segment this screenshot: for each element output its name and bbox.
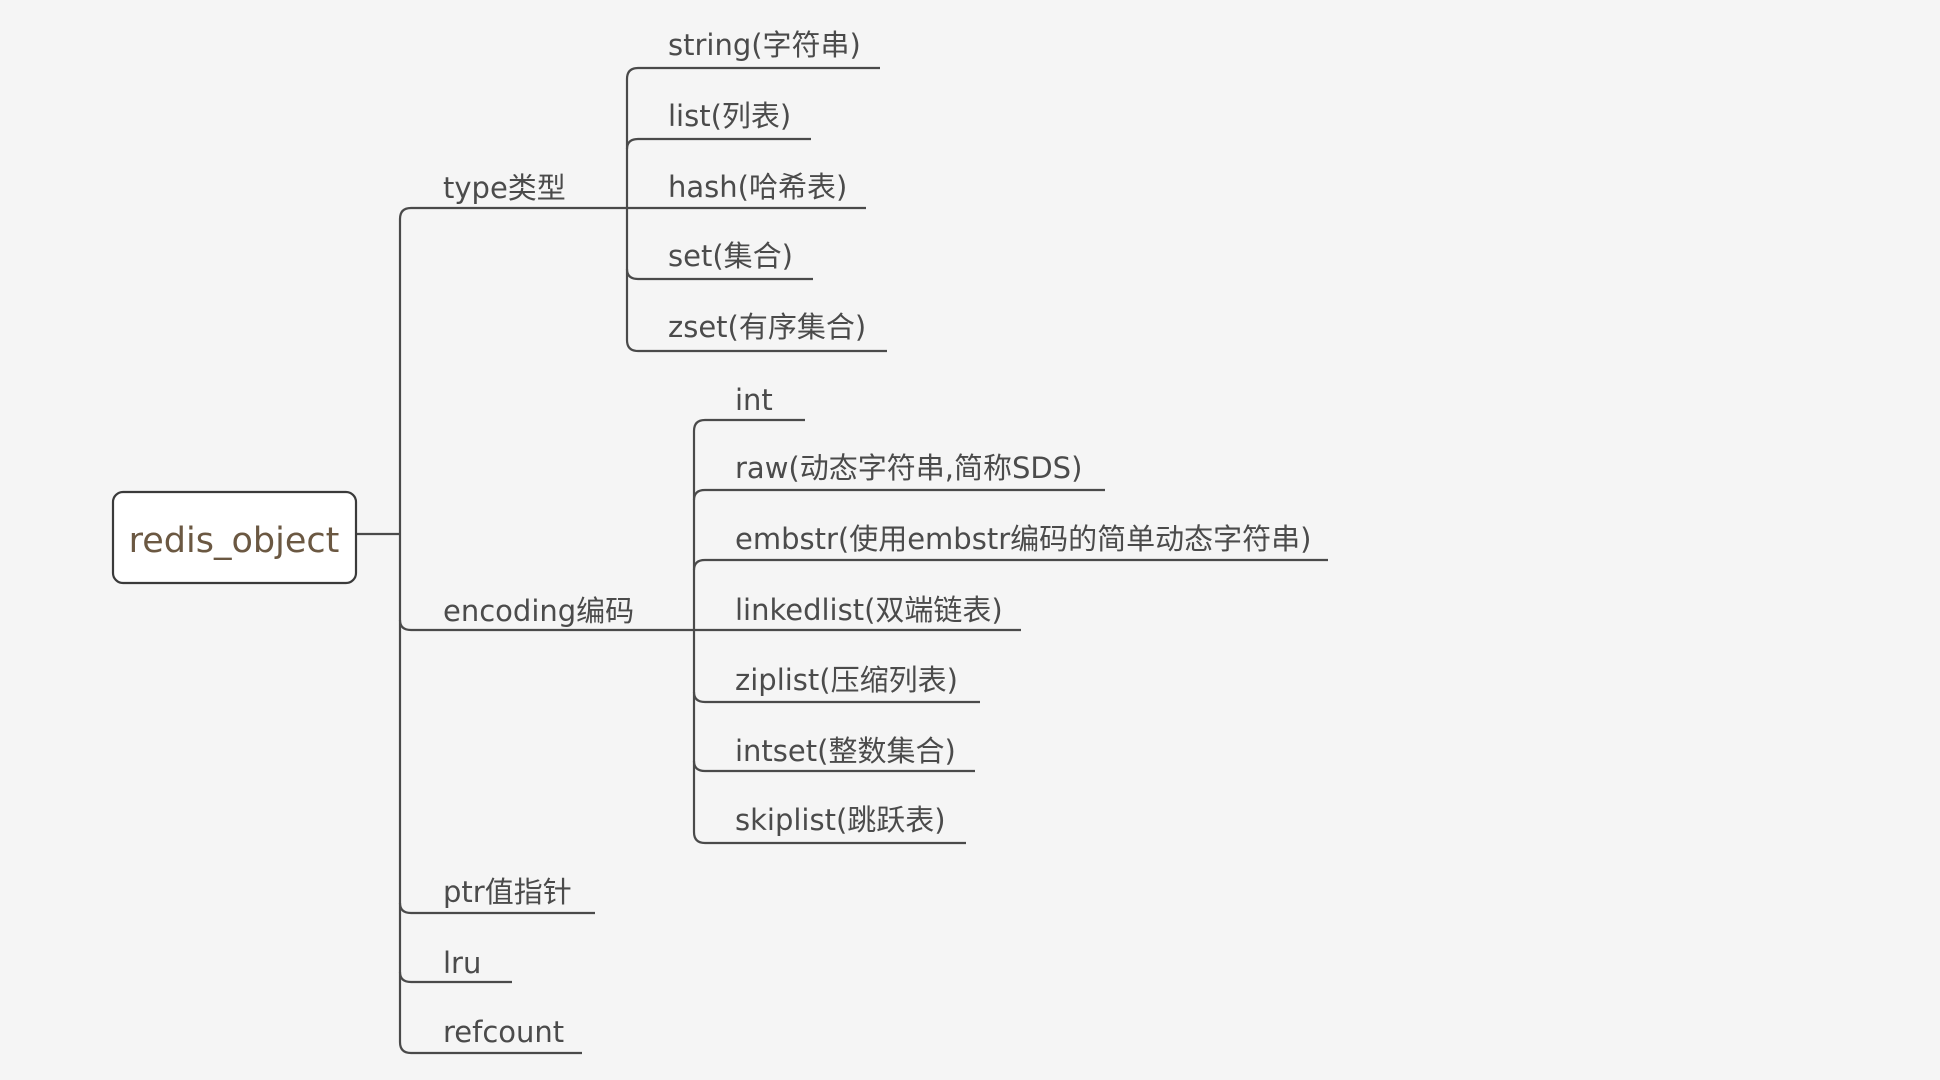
type-child-list[interactable]: list(列表): [638, 99, 811, 141]
type-child-label: hash(哈希表): [668, 170, 847, 204]
encoding-child-int[interactable]: int: [705, 383, 805, 422]
branch-ptr-label: ptr值指针: [443, 875, 572, 909]
mind-map: redis_object type类型 string(字符串) list(列表)…: [111, 28, 1328, 1055]
type-child-set[interactable]: set(集合): [638, 239, 813, 281]
type-child-label: set(集合): [668, 239, 793, 273]
branch-refcount[interactable]: refcount: [411, 1015, 582, 1055]
encoding-child-label: embstr(使用embstr编码的简单动态字符串): [735, 522, 1311, 556]
encoding-child-raw[interactable]: raw(动态字符串,简称SDS): [705, 451, 1105, 492]
level1-tick-lru: [398, 971, 412, 984]
encoding-child-label: intset(整数集合): [735, 734, 956, 768]
type-child-label: zset(有序集合): [668, 310, 866, 344]
branch-encoding[interactable]: encoding编码: [411, 594, 650, 632]
root-node-label: redis_object: [129, 521, 340, 561]
branch-lru[interactable]: lru: [411, 946, 512, 984]
encoding-tick-intset: [692, 760, 706, 773]
branch-refcount-label: refcount: [443, 1015, 564, 1049]
branch-type-label: type类型: [443, 171, 566, 205]
encoding-child-label: ziplist(压缩列表): [735, 663, 958, 697]
type-child-string[interactable]: string(字符串): [638, 28, 880, 70]
branch-type[interactable]: type类型: [411, 171, 582, 210]
encoding-bracket: [692, 418, 706, 845]
branch-lru-label: lru: [443, 946, 481, 980]
encoding-tick-ziplist: [692, 691, 706, 704]
type-bracket: [625, 66, 639, 353]
encoding-child-label: raw(动态字符串,简称SDS): [735, 451, 1082, 485]
type-tick-list: [625, 137, 639, 150]
encoding-tick-raw: [692, 488, 706, 501]
encoding-child-label: int: [735, 383, 773, 417]
type-child-hash[interactable]: hash(哈希表): [627, 170, 866, 210]
encoding-child-skiplist[interactable]: skiplist(跳跃表): [705, 803, 966, 845]
branch-ptr[interactable]: ptr值指针: [411, 875, 595, 915]
encoding-child-ziplist[interactable]: ziplist(压缩列表): [705, 663, 980, 704]
encoding-child-label: skiplist(跳跃表): [735, 803, 946, 837]
root-node[interactable]: redis_object: [111, 490, 358, 585]
type-child-label: string(字符串): [668, 28, 861, 62]
encoding-tick-embstr: [692, 558, 706, 571]
branch-encoding-label: encoding编码: [443, 594, 634, 628]
type-tick-set: [625, 268, 639, 281]
encoding-child-embstr[interactable]: embstr(使用embstr编码的简单动态字符串): [705, 522, 1328, 562]
encoding-child-label: linkedlist(双端链表): [735, 593, 1003, 627]
encoding-child-linkedlist[interactable]: linkedlist(双端链表): [694, 593, 1021, 632]
level1-tick-encoding: [398, 619, 412, 632]
level1-tick-ptr: [398, 902, 412, 915]
type-child-zset[interactable]: zset(有序集合): [638, 310, 887, 353]
encoding-child-intset[interactable]: intset(整数集合): [705, 734, 975, 773]
type-child-label: list(列表): [668, 99, 791, 133]
